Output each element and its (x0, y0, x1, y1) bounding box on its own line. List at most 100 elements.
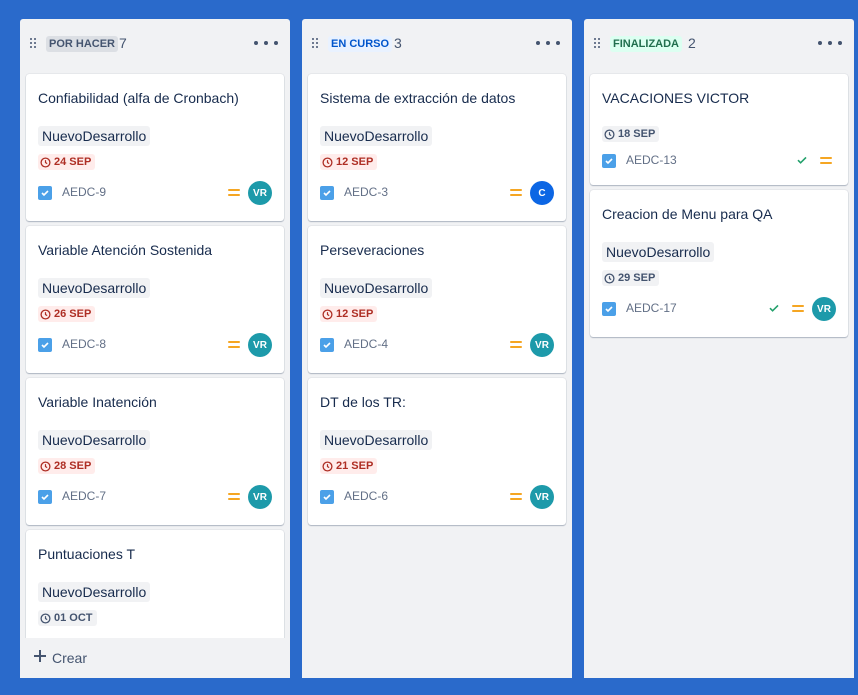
assignee-avatar[interactable]: VR (530, 333, 554, 357)
assignee-avatar[interactable]: VR (812, 297, 836, 321)
create-label: Crear (52, 650, 88, 666)
issue-card[interactable]: Confiabilidad (alfa de Cronbach) NuevoDe… (26, 74, 284, 221)
column-header: FINALIZADA 2 (584, 19, 854, 67)
due-date-badge: 26 SEP (38, 306, 96, 322)
card-title: Variable Atención Sostenida (38, 242, 213, 258)
priority-medium-icon (510, 341, 522, 349)
label-tag: NuevoDesarrollo (38, 430, 151, 450)
done-checkmark-icon (769, 304, 779, 312)
issue-card[interactable]: Creacion de Menu para QA NuevoDesarrollo… (590, 190, 848, 337)
status-lozenge: FINALIZADA (610, 36, 682, 52)
priority-medium-icon (792, 305, 804, 313)
due-date-badge: 18 SEP (602, 126, 660, 142)
drag-handle-icon[interactable] (594, 38, 602, 50)
task-type-icon (602, 154, 616, 168)
issue-key[interactable]: AEDC-13 (626, 153, 677, 167)
issue-count: 3 (394, 35, 402, 51)
assignee-avatar[interactable]: C (530, 181, 554, 205)
label-tag: NuevoDesarrollo (320, 278, 433, 298)
clock-icon (322, 156, 333, 168)
task-type-icon (602, 302, 616, 316)
issue-count: 7 (119, 35, 127, 51)
card-title: Creacion de Menu para QA (602, 206, 773, 222)
task-type-icon (320, 490, 334, 504)
label-tag: NuevoDesarrollo (38, 278, 151, 298)
column-header: POR HACER 7 (20, 19, 290, 67)
issue-key[interactable]: AEDC-17 (626, 301, 677, 315)
label-tag: NuevoDesarrollo (320, 430, 433, 450)
priority-medium-icon (228, 189, 240, 197)
card-title: Confiabilidad (alfa de Cronbach) (38, 90, 239, 106)
more-options-icon[interactable] (536, 33, 560, 53)
create-issue-button[interactable]: Crear (20, 638, 290, 678)
issue-card[interactable]: Variable Atención Sostenida NuevoDesarro… (26, 226, 284, 373)
label-tag: NuevoDesarrollo (320, 126, 433, 146)
label-tag: NuevoDesarrollo (38, 126, 151, 146)
column-en-curso: EN CURSO 3 Sistema de extracción de dato… (302, 19, 572, 678)
card-title: Sistema de extracción de datos (320, 90, 516, 106)
issue-key[interactable]: AEDC-6 (344, 489, 388, 503)
issue-card[interactable]: Perseveraciones NuevoDesarrollo 12 SEP A… (308, 226, 566, 373)
card-footer: AEDC-9 VR (38, 181, 272, 205)
priority-medium-icon (510, 493, 522, 501)
status-lozenge: EN CURSO (328, 36, 393, 52)
priority-medium-icon (228, 493, 240, 501)
label-tag: NuevoDesarrollo (602, 242, 715, 262)
clock-icon (40, 612, 51, 624)
card-footer: AEDC-6 VR (320, 485, 554, 509)
issue-key[interactable]: AEDC-9 (62, 185, 106, 199)
card-footer: AEDC-8 VR (38, 333, 272, 357)
clock-icon (322, 460, 333, 472)
column-finalizada: FINALIZADA 2 VACACIONES VICTOR 18 SEP AE… (584, 19, 854, 678)
drag-handle-icon[interactable] (312, 38, 320, 50)
card-title: Perseveraciones (320, 242, 425, 258)
issue-count: 2 (688, 35, 696, 51)
due-date-badge: 01 OCT (38, 610, 97, 626)
card-footer: AEDC-3 C (320, 181, 554, 205)
card-footer: AEDC-13 (602, 149, 836, 173)
clock-icon (40, 460, 51, 472)
clock-icon (604, 128, 615, 140)
issue-card[interactable]: Sistema de extracción de datos NuevoDesa… (308, 74, 566, 221)
done-checkmark-icon (797, 156, 807, 164)
clock-icon (604, 272, 615, 284)
due-date-badge: 29 SEP (602, 270, 660, 286)
more-options-icon[interactable] (254, 33, 278, 53)
due-date-badge: 28 SEP (38, 458, 96, 474)
card-title: Puntuaciones T (38, 546, 136, 562)
clock-icon (322, 308, 333, 320)
issue-key[interactable]: AEDC-4 (344, 337, 388, 351)
assignee-avatar[interactable]: VR (248, 485, 272, 509)
due-date-badge: 12 SEP (320, 306, 378, 322)
priority-medium-icon (510, 189, 522, 197)
clock-icon (40, 156, 51, 168)
task-type-icon (38, 186, 52, 200)
issue-card[interactable]: Variable Inatención NuevoDesarrollo 28 S… (26, 378, 284, 525)
card-title: Variable Inatención (38, 394, 157, 410)
due-date-badge: 12 SEP (320, 154, 378, 170)
label-tag: NuevoDesarrollo (38, 582, 151, 602)
drag-handle-icon[interactable] (30, 38, 38, 50)
more-options-icon[interactable] (818, 33, 842, 53)
assignee-avatar[interactable]: VR (530, 485, 554, 509)
issue-key[interactable]: AEDC-8 (62, 337, 106, 351)
column-por-hacer: POR HACER 7 Confiabilidad (alfa de Cronb… (20, 19, 290, 678)
card-footer: AEDC-7 VR (38, 485, 272, 509)
assignee-avatar[interactable]: VR (248, 333, 272, 357)
task-type-icon (320, 186, 334, 200)
issue-card[interactable]: VACACIONES VICTOR 18 SEP AEDC-13 (590, 74, 848, 185)
issue-key[interactable]: AEDC-7 (62, 489, 106, 503)
issue-key[interactable]: AEDC-3 (344, 185, 388, 199)
due-date-badge: 21 SEP (320, 458, 378, 474)
task-type-icon (38, 490, 52, 504)
card-footer: AEDC-17 VR (602, 297, 836, 321)
task-type-icon (38, 338, 52, 352)
priority-medium-icon (228, 341, 240, 349)
issue-card[interactable]: DT de los TR: NuevoDesarrollo 21 SEP AED… (308, 378, 566, 525)
column-header: EN CURSO 3 (302, 19, 572, 67)
card-title: VACACIONES VICTOR (602, 90, 750, 106)
assignee-avatar[interactable]: VR (248, 181, 272, 205)
status-lozenge: POR HACER (46, 36, 119, 52)
task-type-icon (320, 338, 334, 352)
clock-icon (40, 308, 51, 320)
